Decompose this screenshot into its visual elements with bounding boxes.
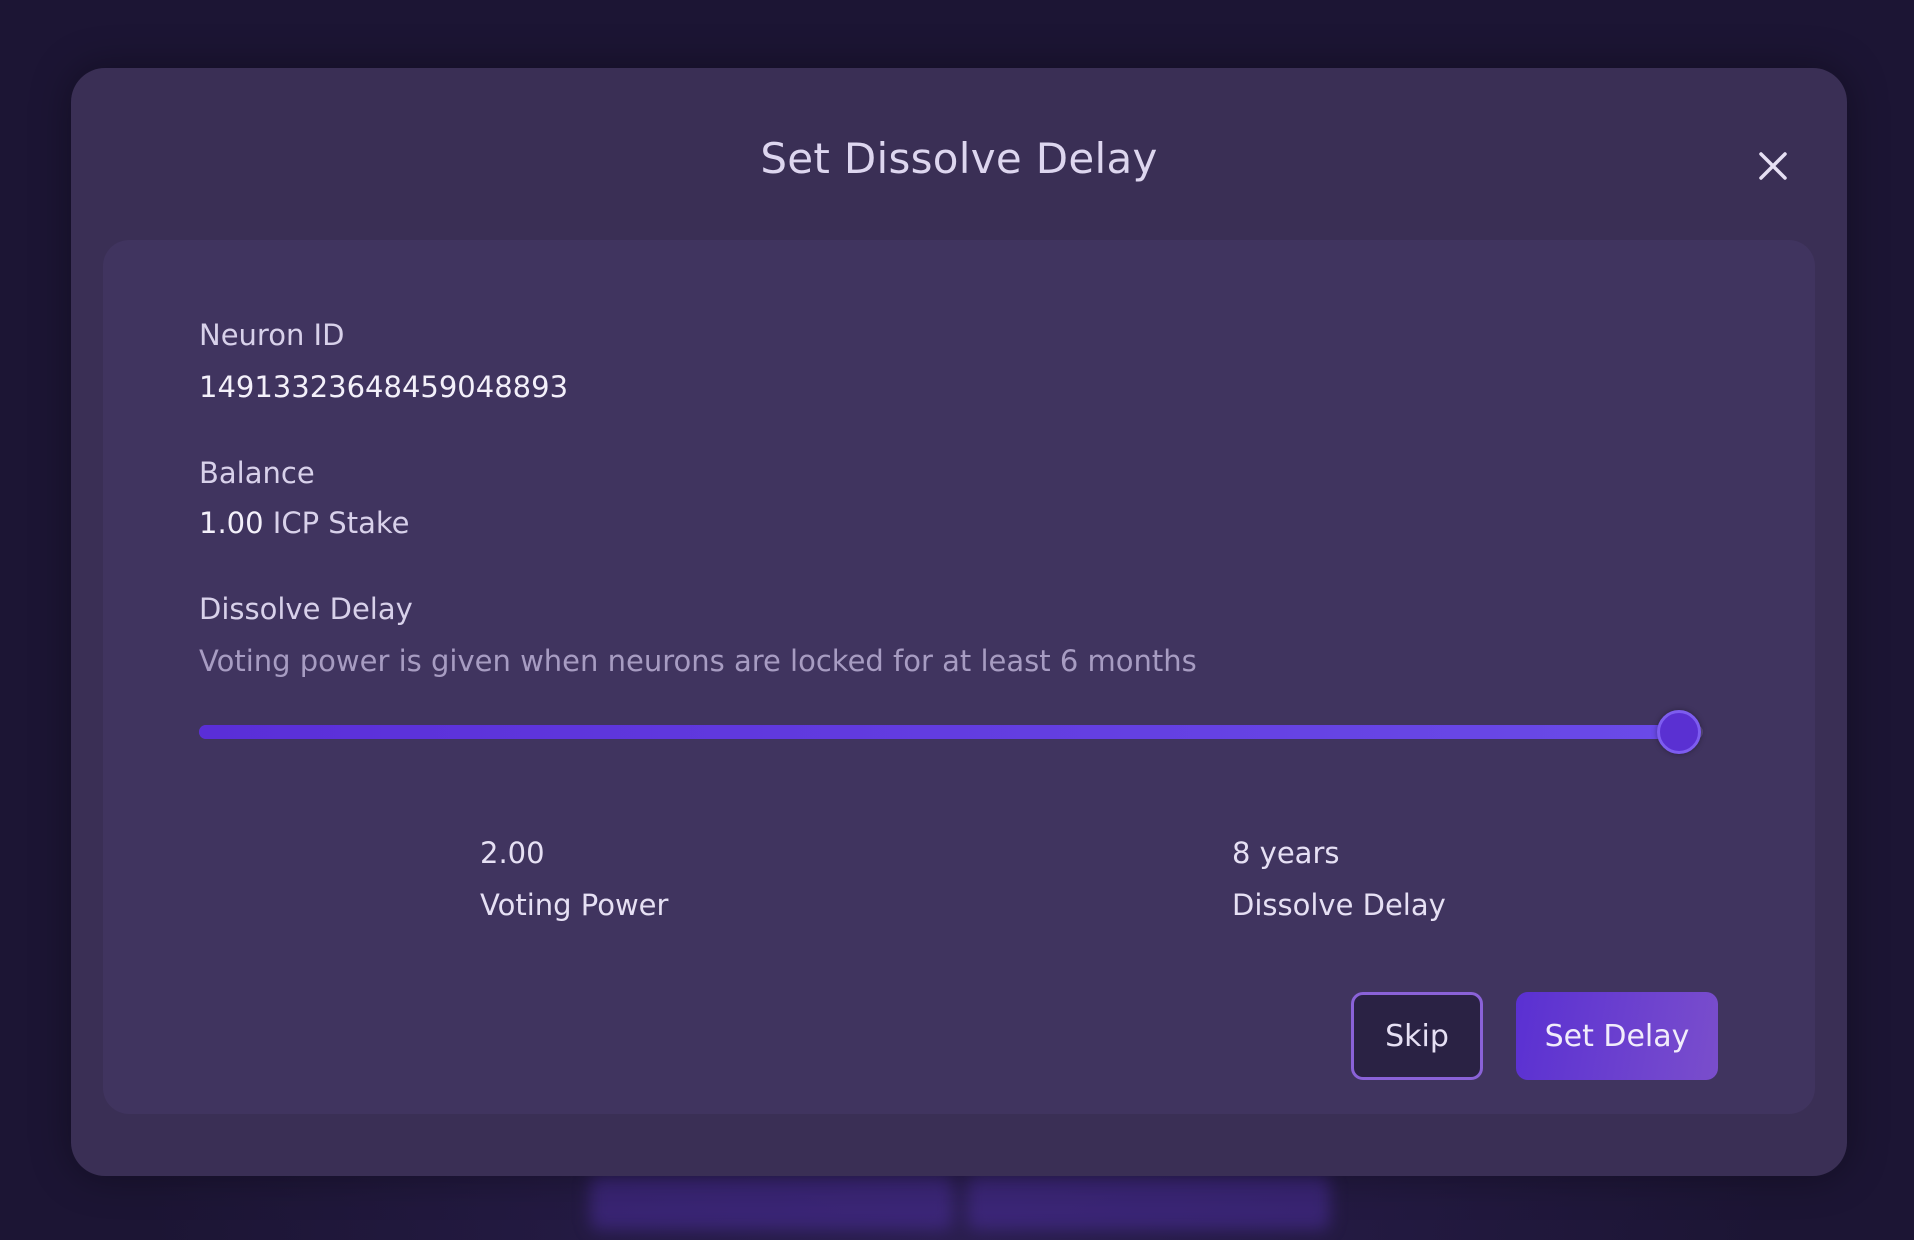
- dissolve-delay-hint: Voting power is given when neurons are l…: [199, 644, 1197, 678]
- background-button-right: [967, 1175, 1330, 1230]
- background-buttons: [590, 1175, 1330, 1230]
- close-button[interactable]: [1751, 144, 1795, 188]
- close-icon: [1759, 152, 1787, 180]
- set-delay-button[interactable]: Set Delay: [1516, 992, 1718, 1080]
- dissolve-delay-value: 8 years: [1232, 836, 1340, 870]
- voting-power-label: Voting Power: [480, 888, 669, 922]
- dissolve-delay-slider[interactable]: [199, 710, 1703, 754]
- balance-value: 1.00 ICP Stake: [199, 506, 409, 540]
- balance-amount: 1.00: [199, 506, 264, 540]
- modal-title: Set Dissolve Delay: [760, 134, 1158, 183]
- skip-button[interactable]: Skip: [1351, 992, 1483, 1080]
- set-dissolve-delay-modal: Set Dissolve Delay Neuron ID 14913323648…: [71, 68, 1847, 1176]
- neuron-id-label: Neuron ID: [199, 318, 345, 352]
- voting-power-value: 2.00: [480, 836, 545, 870]
- balance-label: Balance: [199, 456, 315, 490]
- dissolve-delay-label: Dissolve Delay: [199, 592, 413, 626]
- neuron-id-value: 14913323648459048893: [199, 370, 569, 404]
- slider-fill: [199, 725, 1679, 739]
- slider-thumb[interactable]: [1657, 710, 1701, 754]
- dissolve-delay-stat-label: Dissolve Delay: [1232, 888, 1446, 922]
- balance-unit: ICP Stake: [272, 506, 410, 540]
- neuron-details-card: Neuron ID 14913323648459048893 Balance 1…: [103, 240, 1815, 1114]
- background-button-left: [590, 1175, 953, 1230]
